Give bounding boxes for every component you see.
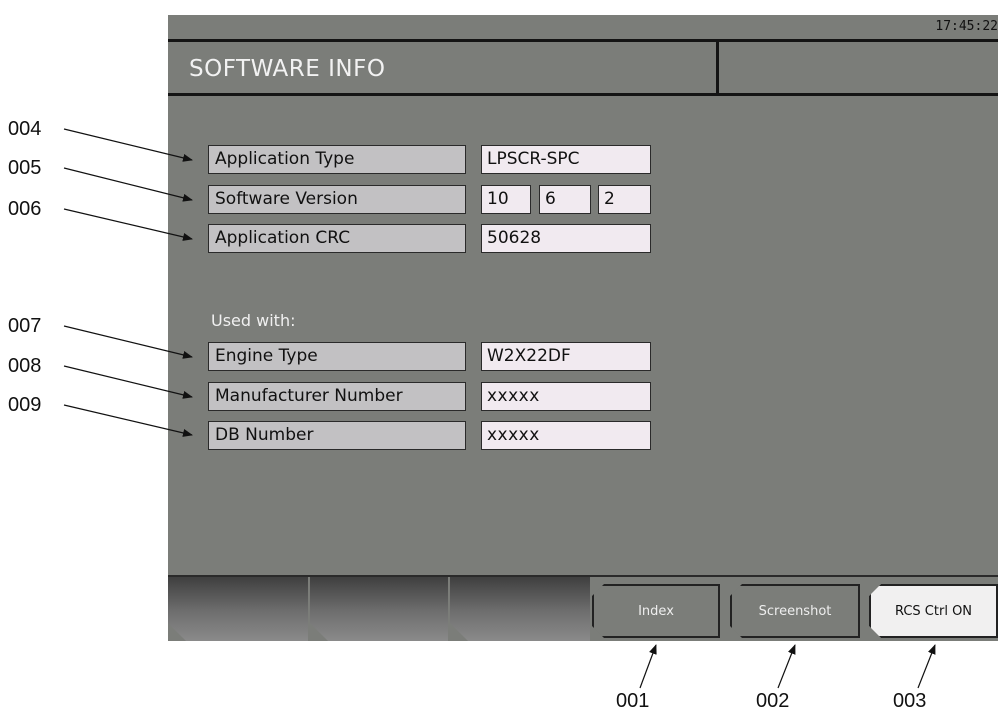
callout-label-002: 002 bbox=[756, 690, 790, 712]
application-crc-value: 50628 bbox=[481, 224, 651, 253]
callout-label-007: 007 bbox=[8, 315, 42, 337]
status-bar: 17:45:22 bbox=[168, 15, 998, 42]
index-softkey[interactable]: Index bbox=[592, 584, 720, 638]
software-version-minor: 6 bbox=[539, 185, 591, 214]
software-version-major: 10 bbox=[481, 185, 531, 214]
application-crc-label: Application CRC bbox=[208, 224, 466, 253]
software-version-label: Software Version bbox=[208, 185, 466, 214]
screenshot-softkey[interactable]: Screenshot bbox=[730, 584, 860, 638]
software-info-screen: 17:45:22 SOFTWARE INFO Application Type … bbox=[168, 15, 998, 641]
engine-type-label: Engine Type bbox=[208, 342, 466, 371]
title-divider bbox=[716, 42, 719, 93]
callout-label-009: 009 bbox=[8, 394, 42, 416]
clock: 17:45:22 bbox=[935, 19, 998, 34]
software-version-patch: 2 bbox=[598, 185, 651, 214]
callout-arrow-003 bbox=[917, 644, 936, 689]
db-number-label: DB Number bbox=[208, 421, 466, 450]
rcs-ctrl-softkey[interactable]: RCS Ctrl ON bbox=[869, 584, 998, 638]
application-type-label: Application Type bbox=[208, 145, 466, 174]
callout-label-006: 006 bbox=[8, 198, 42, 220]
softkey-blank-3[interactable] bbox=[450, 577, 590, 641]
engine-type-value: W2X22DF bbox=[481, 342, 651, 371]
callout-label-005: 005 bbox=[8, 157, 42, 179]
application-type-value: LPSCR-SPC bbox=[481, 145, 651, 174]
callout-label-004: 004 bbox=[8, 118, 42, 140]
softkey-blank-2[interactable] bbox=[310, 577, 448, 641]
callout-arrow-001 bbox=[639, 644, 657, 689]
callout-label-008: 008 bbox=[8, 355, 42, 377]
title-bar: SOFTWARE INFO bbox=[168, 42, 998, 96]
callout-arrow-002 bbox=[777, 644, 796, 689]
page-title: SOFTWARE INFO bbox=[189, 56, 386, 82]
softkey-blank-1[interactable] bbox=[168, 577, 308, 641]
used-with-heading: Used with: bbox=[211, 311, 296, 330]
callout-label-003: 003 bbox=[893, 690, 927, 712]
manufacturer-number-value: xxxxx bbox=[481, 382, 651, 411]
softkey-separator bbox=[168, 575, 998, 577]
db-number-value: xxxxx bbox=[481, 421, 651, 450]
manufacturer-number-label: Manufacturer Number bbox=[208, 382, 466, 411]
callout-label-001: 001 bbox=[616, 690, 650, 712]
